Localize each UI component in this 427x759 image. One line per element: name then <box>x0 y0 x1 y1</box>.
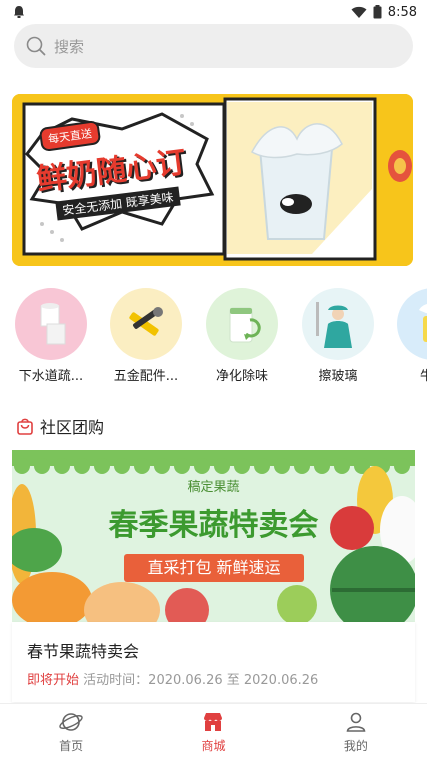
promo-subline: 直采打包 新鲜速运 <box>124 554 304 582</box>
category-item-purify[interactable]: 净化除味 <box>197 288 287 384</box>
nav-label: 商城 <box>201 738 226 753</box>
card-meta: 即将开始 活动时间：2020.06.26 至 2020.06.26 <box>27 669 318 688</box>
promo-image[interactable]: 稿定果蔬 春季果蔬特卖会 直采打包 新鲜速运 <box>12 450 415 622</box>
group-buy-card[interactable]: 春节果蔬特卖会 即将开始 活动时间：2020.06.26 至 2020.06.2… <box>12 622 415 702</box>
card-time-label: 活动时间： <box>83 673 149 688</box>
search-icon <box>26 36 46 56</box>
category-label: 净化除味 <box>215 369 268 384</box>
window-cleaner-icon <box>302 288 374 360</box>
battery-icon <box>373 5 382 19</box>
notification-icon <box>14 6 24 18</box>
wifi-icon <box>351 6 367 18</box>
card-time-value: 2020.06.26 至 2020.06.26 <box>148 673 319 688</box>
category-label: 下水道疏... <box>18 369 84 384</box>
category-item-hardware[interactable]: 五金配件... <box>101 288 191 384</box>
milk-icon <box>397 288 427 360</box>
search-bar[interactable]: 搜索 <box>14 24 413 68</box>
search-placeholder: 搜索 <box>54 37 85 56</box>
status-time: 8:58 <box>387 4 417 20</box>
status-bar: 8:58 <box>0 0 427 24</box>
promo-small-label: 稿定果蔬 <box>187 480 240 495</box>
status-right: 8:58 <box>351 5 417 20</box>
status-left <box>12 5 26 19</box>
card-title: 春节果蔬特卖会 <box>27 642 140 661</box>
category-label: 牛奶 <box>419 369 427 384</box>
hardware-tools-icon <box>110 288 182 360</box>
category-label: 擦玻璃 <box>318 369 358 384</box>
planet-icon <box>59 712 83 731</box>
nav-home[interactable]: 首页 <box>0 704 142 759</box>
nav-profile[interactable]: 我的 <box>285 704 427 759</box>
pipe-icon <box>15 288 87 360</box>
air-purifier-icon <box>206 288 278 360</box>
banner-carousel[interactable]: 每天直送 鲜奶随心订 安全无添加 既享美味 <box>12 94 413 266</box>
section-header: 社区团购 <box>16 414 104 438</box>
bottom-nav: 首页 商城 我的 <box>0 703 427 759</box>
category-item-glass[interactable]: 擦玻璃 <box>293 288 383 384</box>
category-item-drain[interactable]: 下水道疏... <box>6 288 96 384</box>
user-icon <box>346 712 366 732</box>
nav-label: 我的 <box>343 738 368 753</box>
store-icon <box>204 712 223 731</box>
category-label: 五金配件... <box>113 369 179 384</box>
nav-label: 首页 <box>59 738 84 753</box>
promo-headline: 春季果蔬特卖会 <box>108 508 319 543</box>
section-title: 社区团购 <box>40 418 105 437</box>
card-status: 即将开始 <box>27 673 80 688</box>
shopping-bag-icon <box>17 418 33 435</box>
category-item-milk[interactable]: 牛奶 <box>388 288 427 384</box>
nav-store[interactable]: 商城 <box>142 704 284 759</box>
category-row: 下水道疏... 五金配件... 净化除味 擦玻璃 牛 <box>0 288 427 388</box>
